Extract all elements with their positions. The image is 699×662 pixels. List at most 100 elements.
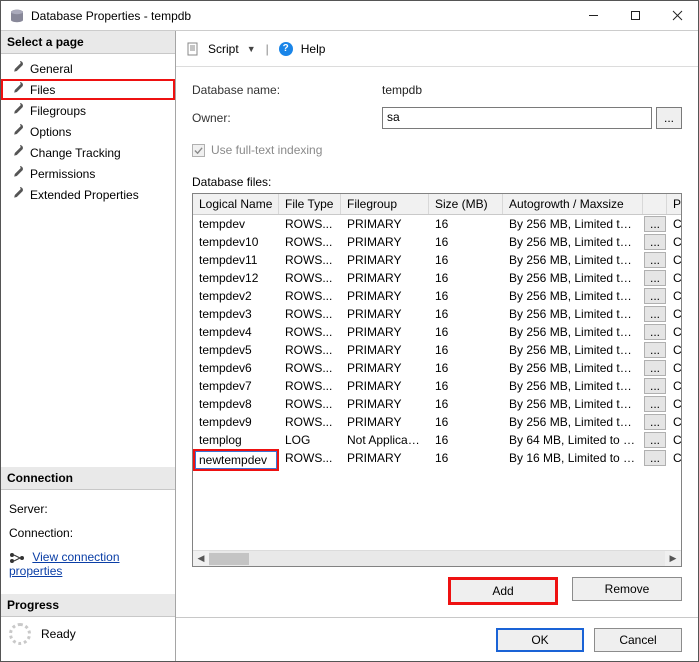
table-row[interactable]: tempdev6ROWS...PRIMARY16By 256 MB, Limit… (193, 359, 681, 377)
cell-fg[interactable]: PRIMARY (341, 359, 429, 377)
cell-auto[interactable]: By 256 MB, Limited to ... (503, 323, 643, 341)
table-row[interactable]: tempdev8ROWS...PRIMARY16By 256 MB, Limit… (193, 395, 681, 413)
cell-path[interactable]: C:\ (667, 269, 681, 287)
cell-logical-name[interactable] (193, 449, 279, 471)
cell-type[interactable]: ROWS... (279, 449, 341, 471)
scroll-left-icon[interactable]: ◀ (193, 553, 209, 564)
cell-size[interactable]: 16 (429, 215, 503, 233)
autogrowth-ellipsis-button[interactable]: ... (644, 450, 666, 466)
cell-auto[interactable]: By 256 MB, Limited to ... (503, 287, 643, 305)
cell-path[interactable]: C:\ (667, 233, 681, 251)
cell-type[interactable]: ROWS... (279, 287, 341, 305)
table-row[interactable]: tempdev10ROWS...PRIMARY16By 256 MB, Limi… (193, 233, 681, 251)
cell-fg[interactable]: PRIMARY (341, 413, 429, 431)
cell-logical-name[interactable]: tempdev5 (193, 341, 279, 359)
ok-button[interactable]: OK (496, 628, 584, 652)
view-connection-properties-link[interactable]: View connection properties (9, 550, 120, 578)
cell-auto[interactable]: By 64 MB, Limited to 1... (503, 431, 643, 449)
cell-type[interactable]: ROWS... (279, 377, 341, 395)
help-button[interactable]: Help (301, 42, 326, 56)
sidebar-item-permissions[interactable]: Permissions (1, 163, 175, 184)
table-row[interactable]: tempdevROWS...PRIMARY16By 256 MB, Limite… (193, 215, 681, 233)
table-row[interactable]: tempdev11ROWS...PRIMARY16By 256 MB, Limi… (193, 251, 681, 269)
table-row[interactable]: ROWS...PRIMARY16By 16 MB, Limited to 2..… (193, 449, 681, 471)
column-header[interactable] (643, 194, 667, 214)
cell-fg[interactable]: PRIMARY (341, 377, 429, 395)
table-row[interactable]: tempdev4ROWS...PRIMARY16By 256 MB, Limit… (193, 323, 681, 341)
cell-size[interactable]: 16 (429, 395, 503, 413)
add-button[interactable]: Add (448, 577, 558, 605)
cell-logical-name[interactable]: tempdev9 (193, 413, 279, 431)
cell-logical-name[interactable]: tempdev3 (193, 305, 279, 323)
cell-path[interactable]: C:\ (667, 395, 681, 413)
autogrowth-ellipsis-button[interactable]: ... (644, 396, 666, 412)
table-row[interactable]: tempdev5ROWS...PRIMARY16By 256 MB, Limit… (193, 341, 681, 359)
owner-input[interactable]: sa (382, 107, 652, 129)
cell-auto[interactable]: By 256 MB, Limited to ... (503, 251, 643, 269)
cell-fg[interactable]: PRIMARY (341, 323, 429, 341)
autogrowth-ellipsis-button[interactable]: ... (644, 252, 666, 268)
cell-path[interactable]: C:\ (667, 413, 681, 431)
close-button[interactable] (656, 1, 698, 30)
cell-size[interactable]: 16 (429, 413, 503, 431)
remove-button[interactable]: Remove (572, 577, 682, 601)
sidebar-item-filegroups[interactable]: Filegroups (1, 100, 175, 121)
table-row[interactable]: tempdev12ROWS...PRIMARY16By 256 MB, Limi… (193, 269, 681, 287)
cell-logical-name[interactable]: tempdev7 (193, 377, 279, 395)
cell-path[interactable]: C:\ (667, 323, 681, 341)
cell-logical-name[interactable]: tempdev (193, 215, 279, 233)
autogrowth-ellipsis-button[interactable]: ... (644, 288, 666, 304)
cell-size[interactable]: 16 (429, 341, 503, 359)
cell-type[interactable]: ROWS... (279, 359, 341, 377)
cell-size[interactable]: 16 (429, 305, 503, 323)
cell-fg[interactable]: PRIMARY (341, 233, 429, 251)
cell-path[interactable]: C:\ (667, 431, 681, 449)
table-row[interactable]: tempdev7ROWS...PRIMARY16By 256 MB, Limit… (193, 377, 681, 395)
cell-type[interactable]: ROWS... (279, 341, 341, 359)
cell-type[interactable]: ROWS... (279, 305, 341, 323)
cell-type[interactable]: ROWS... (279, 215, 341, 233)
cell-auto[interactable]: By 256 MB, Limited to ... (503, 377, 643, 395)
autogrowth-ellipsis-button[interactable]: ... (644, 306, 666, 322)
autogrowth-ellipsis-button[interactable]: ... (644, 270, 666, 286)
maximize-button[interactable] (614, 1, 656, 30)
column-header[interactable]: Filegroup (341, 194, 429, 214)
cell-auto[interactable]: By 256 MB, Limited to ... (503, 215, 643, 233)
scroll-right-icon[interactable]: ▶ (665, 553, 681, 564)
cell-type[interactable]: ROWS... (279, 269, 341, 287)
autogrowth-ellipsis-button[interactable]: ... (644, 342, 666, 358)
sidebar-item-extended-properties[interactable]: Extended Properties (1, 184, 175, 205)
cell-type[interactable]: ROWS... (279, 323, 341, 341)
script-dropdown-icon[interactable]: ▼ (247, 44, 256, 54)
cell-path[interactable]: C:\ (667, 215, 681, 233)
minimize-button[interactable] (572, 1, 614, 30)
table-row[interactable]: tempdev3ROWS...PRIMARY16By 256 MB, Limit… (193, 305, 681, 323)
cell-path[interactable]: C:\ (667, 287, 681, 305)
cell-logical-name[interactable]: tempdev11 (193, 251, 279, 269)
cell-logical-name[interactable]: tempdev2 (193, 287, 279, 305)
cell-fg[interactable]: PRIMARY (341, 305, 429, 323)
cell-fg[interactable]: Not Applicable (341, 431, 429, 449)
cell-size[interactable]: 16 (429, 431, 503, 449)
sidebar-item-change-tracking[interactable]: Change Tracking (1, 142, 175, 163)
cell-path[interactable]: C:\ (667, 305, 681, 323)
cell-fg[interactable]: PRIMARY (341, 287, 429, 305)
cell-auto[interactable]: By 16 MB, Limited to 2... (503, 449, 643, 471)
cell-size[interactable]: 16 (429, 251, 503, 269)
cell-type[interactable]: LOG (279, 431, 341, 449)
cell-fg[interactable]: PRIMARY (341, 251, 429, 269)
sidebar-item-general[interactable]: General (1, 58, 175, 79)
cell-fg[interactable]: PRIMARY (341, 215, 429, 233)
cell-type[interactable]: ROWS... (279, 395, 341, 413)
autogrowth-ellipsis-button[interactable]: ... (644, 378, 666, 394)
cell-size[interactable]: 16 (429, 233, 503, 251)
cell-path[interactable]: C:\ (667, 449, 681, 471)
autogrowth-ellipsis-button[interactable]: ... (644, 324, 666, 340)
cancel-button[interactable]: Cancel (594, 628, 682, 652)
horizontal-scrollbar[interactable]: ◀ ▶ (193, 550, 681, 566)
column-header[interactable]: Size (MB) (429, 194, 503, 214)
cell-path[interactable]: C:\ (667, 341, 681, 359)
cell-auto[interactable]: By 256 MB, Limited to ... (503, 269, 643, 287)
table-row[interactable]: tempdev2ROWS...PRIMARY16By 256 MB, Limit… (193, 287, 681, 305)
cell-auto[interactable]: By 256 MB, Limited to ... (503, 305, 643, 323)
